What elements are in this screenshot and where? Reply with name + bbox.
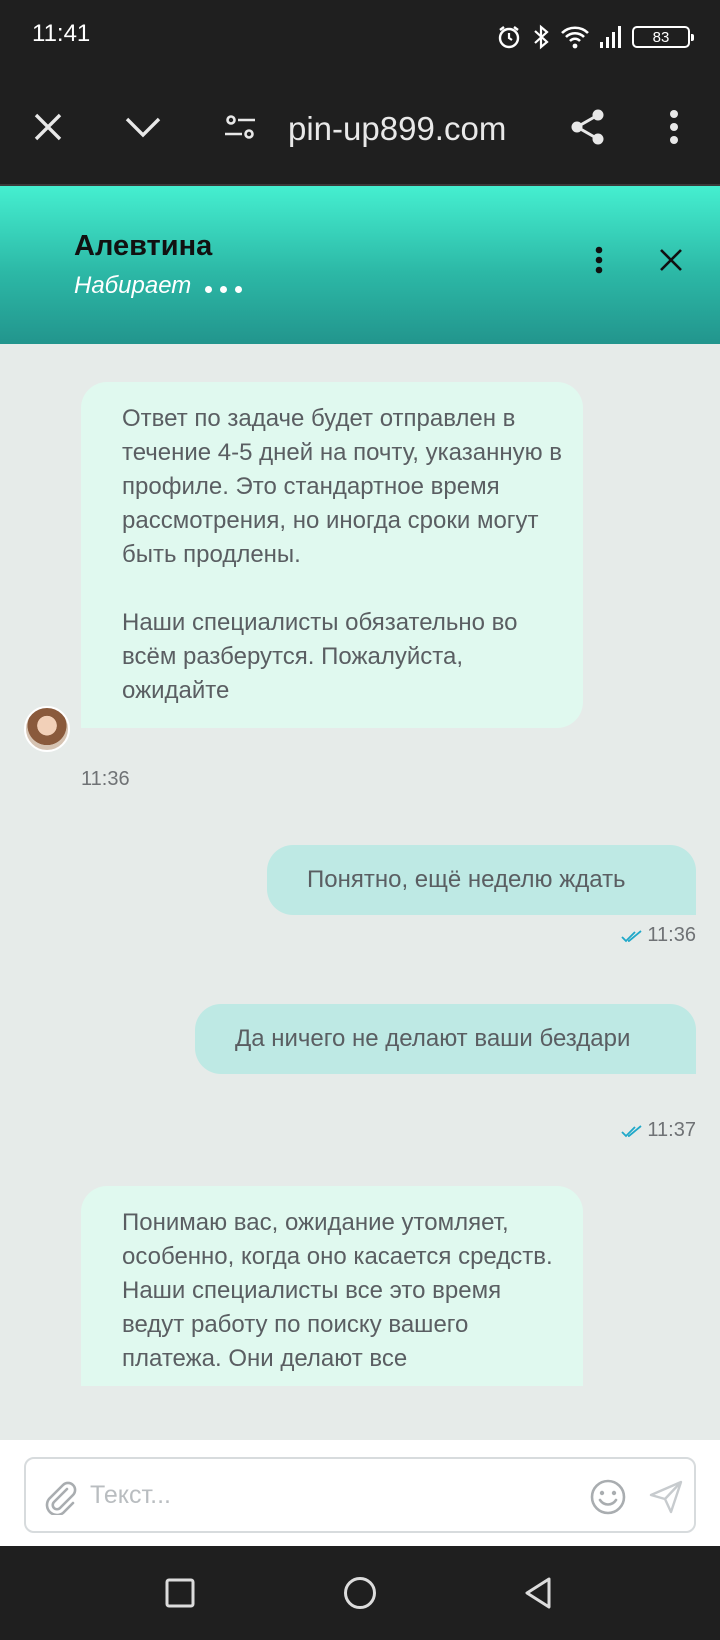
recents-button[interactable] xyxy=(155,1568,205,1618)
message-text: Понимаю вас, ожидание утомляет, особенно… xyxy=(122,1209,553,1372)
emoji-button[interactable] xyxy=(588,1477,628,1517)
message-text: Понятно, ещё неделю ждать xyxy=(307,866,626,893)
message-list-fade xyxy=(0,1386,720,1440)
browser-menu-button[interactable] xyxy=(649,102,699,152)
more-vertical-icon xyxy=(595,246,603,274)
message-list[interactable]: Ответ по задаче будет отправлен в течени… xyxy=(0,344,720,1440)
triangle-back-icon xyxy=(525,1577,551,1609)
close-tab-button[interactable] xyxy=(23,102,73,152)
home-button[interactable] xyxy=(335,1568,385,1618)
chat-header: Алевтина Набирает xyxy=(0,186,720,344)
status-time: 11:41 xyxy=(32,20,91,47)
message-composer xyxy=(0,1440,720,1546)
agent-name: Алевтина xyxy=(74,230,213,262)
system-nav-bar xyxy=(0,1546,720,1640)
share-button[interactable] xyxy=(563,102,613,152)
message-input-box xyxy=(24,1457,696,1533)
outgoing-message: Да ничего не делают ваши бездари xyxy=(195,1004,696,1074)
status-bar: 11:41 83 xyxy=(0,0,720,74)
page-settings-icon xyxy=(225,115,255,139)
close-icon xyxy=(34,113,62,141)
close-icon xyxy=(660,249,682,271)
wifi-icon xyxy=(560,24,590,50)
url-text[interactable]: pin-up899.com xyxy=(288,110,506,148)
page-settings-button[interactable] xyxy=(215,102,265,152)
alarm-icon xyxy=(496,24,522,50)
message-time: 11:37 xyxy=(647,1119,696,1141)
paperclip-icon xyxy=(45,1481,77,1515)
message-text: Да ничего не делают ваши бездари xyxy=(235,1025,631,1052)
agent-status: Набирает xyxy=(74,272,192,299)
square-icon xyxy=(165,1578,195,1608)
send-icon xyxy=(649,1480,683,1514)
browser-toolbar: pin-up899.com xyxy=(0,74,720,186)
battery-icon: 83 xyxy=(632,26,694,48)
chevron-down-icon xyxy=(125,117,161,138)
chat-menu-button[interactable] xyxy=(579,240,619,280)
more-vertical-icon xyxy=(670,110,678,144)
typing-indicator xyxy=(205,286,242,293)
message-time: 11:36 xyxy=(81,768,130,790)
back-button[interactable] xyxy=(513,1568,563,1618)
message-input[interactable] xyxy=(90,1473,570,1517)
message-time-row: 11:37 xyxy=(621,1119,696,1142)
circle-icon xyxy=(344,1577,376,1609)
smile-icon xyxy=(590,1479,626,1515)
close-chat-button[interactable] xyxy=(651,240,691,280)
incoming-message: Понимаю вас, ожидание утомляет, особенно… xyxy=(81,1186,583,1396)
battery-level: 83 xyxy=(652,28,670,46)
minimize-button[interactable] xyxy=(118,102,168,152)
share-icon xyxy=(571,109,604,145)
agent-avatar xyxy=(24,706,70,752)
attach-button[interactable] xyxy=(40,1477,80,1517)
message-text: Ответ по задаче будет отправлен в течени… xyxy=(122,405,563,704)
bluetooth-icon xyxy=(530,24,552,50)
double-check-icon xyxy=(621,1125,642,1137)
incoming-message: Ответ по задаче будет отправлен в течени… xyxy=(81,382,583,728)
message-time-row: 11:36 xyxy=(621,924,696,947)
message-time: 11:36 xyxy=(647,924,696,946)
status-icons: 83 xyxy=(496,20,694,54)
send-button[interactable] xyxy=(646,1477,686,1517)
signal-icon xyxy=(598,24,624,50)
double-check-icon xyxy=(621,930,642,942)
outgoing-message: Понятно, ещё неделю ждать xyxy=(267,845,696,915)
